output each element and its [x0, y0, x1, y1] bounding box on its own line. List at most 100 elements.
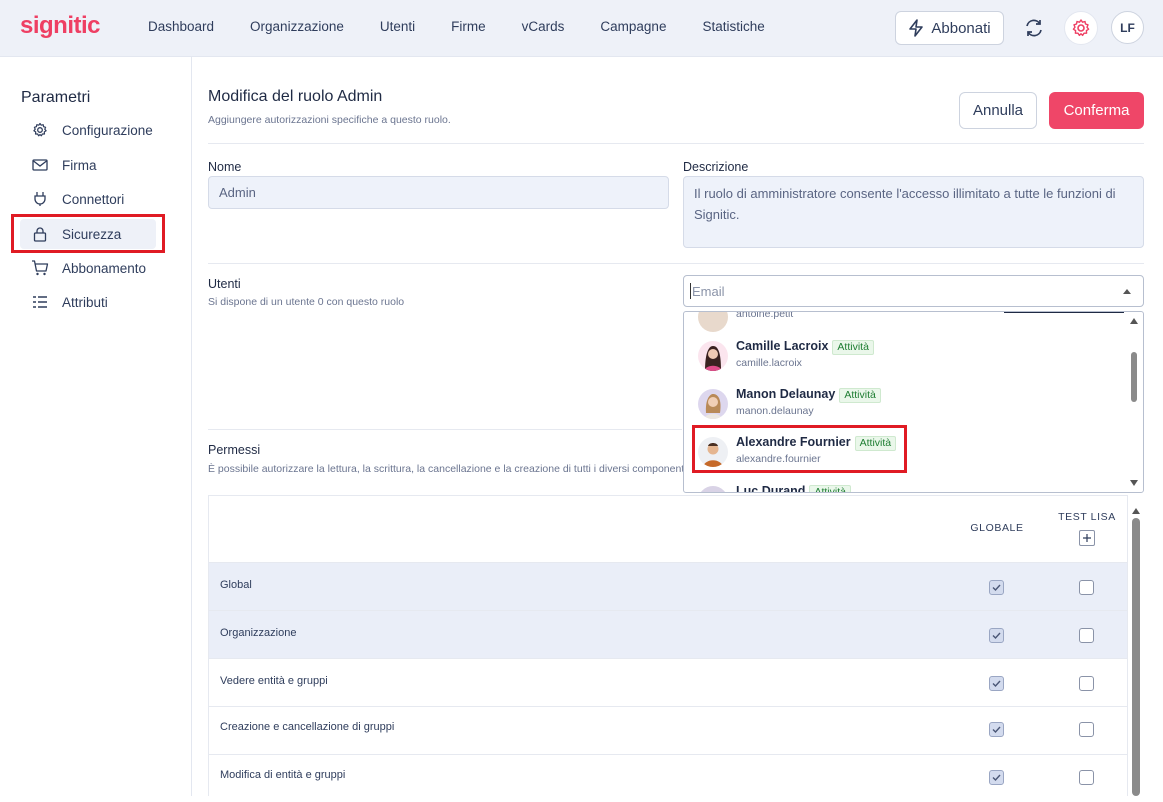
nav-vcards[interactable]: vCards — [522, 19, 565, 34]
checkbox-group[interactable] — [1079, 722, 1094, 737]
checkbox-global[interactable] — [989, 770, 1004, 785]
user-name: Manon Delaunay Attività — [736, 387, 881, 403]
checkbox-group[interactable] — [1079, 628, 1094, 643]
text-cursor — [690, 283, 691, 299]
avatar — [698, 389, 728, 419]
sidebar-item-label: Attributi — [62, 294, 108, 310]
row-label: Global — [220, 579, 252, 591]
envelope-icon — [31, 156, 49, 174]
nav-organizzazione[interactable]: Organizzazione — [250, 19, 344, 34]
list-icon — [31, 293, 49, 311]
sidebar-item-connettori[interactable]: Connettori — [20, 184, 156, 214]
list-item[interactable]: Luc Durand Attività — [698, 484, 1098, 493]
user-email: manon.delaunay — [736, 405, 814, 417]
nav-utenti[interactable]: Utenti — [380, 19, 415, 34]
cart-icon — [31, 259, 49, 277]
table-row: Vedere entità e gruppi — [209, 658, 1127, 706]
nav-campagne[interactable]: Campagne — [600, 19, 666, 34]
lightning-icon — [909, 19, 924, 37]
checkbox-global[interactable] — [989, 580, 1004, 595]
cancel-button[interactable]: Annulla — [959, 92, 1037, 129]
description-label: Descrizione — [683, 160, 749, 174]
check-icon — [992, 632, 1001, 640]
permissions-help-text: È possibile autorizzare la lettura, la s… — [208, 463, 683, 475]
caret-up-icon[interactable] — [1123, 289, 1131, 294]
main-nav: Dashboard Organizzazione Utenti Firme vC… — [148, 19, 801, 34]
checkbox-group[interactable] — [1079, 580, 1094, 595]
user-name-text: Camille Lacroix — [736, 339, 829, 353]
plus-icon — [1083, 534, 1091, 542]
nav-dashboard[interactable]: Dashboard — [148, 19, 214, 34]
checkbox-global[interactable] — [989, 628, 1004, 643]
avatar — [698, 341, 728, 371]
status-badge: Attività — [839, 388, 881, 403]
checkbox-global[interactable] — [989, 722, 1004, 737]
highlight-box-alexandre — [692, 425, 907, 473]
sidebar-item-configurazione[interactable]: Configurazione — [20, 115, 156, 145]
avatar — [698, 486, 728, 492]
sidebar-item-firma[interactable]: Firma — [20, 150, 156, 180]
top-bar: signitic Dashboard Organizzazione Utenti… — [0, 0, 1163, 57]
gear-icon — [31, 121, 49, 139]
users-help-text: Si dispone di un utente 0 con questo ruo… — [208, 296, 405, 308]
user-email: antoine.petit — [736, 311, 794, 320]
sidebar-item-abbonamento[interactable]: Abbonamento — [20, 253, 156, 283]
check-icon — [992, 774, 1001, 782]
page-subtitle: Aggiungere autorizzazioni specifiche a q… — [208, 114, 451, 126]
nav-firme[interactable]: Firme — [451, 19, 486, 34]
avatar — [698, 312, 728, 332]
nav-statistiche[interactable]: Statistiche — [702, 19, 764, 34]
user-name: Luc Durand Attività — [736, 484, 851, 493]
email-select[interactable]: Email — [683, 275, 1144, 307]
subscribe-label: Abbonati — [931, 19, 991, 37]
column-header-group: TEST LISA — [1058, 511, 1116, 523]
checkbox-group[interactable] — [1079, 770, 1094, 785]
list-item[interactable]: Camille Lacroix Attività camille.lacroix — [698, 339, 1098, 385]
checkbox-global[interactable] — [989, 676, 1004, 691]
user-avatar[interactable]: LF — [1111, 11, 1144, 44]
confirm-button[interactable]: Conferma — [1049, 92, 1144, 129]
permissions-table: GLOBALE TEST LISA Global Organizzazione … — [208, 495, 1128, 796]
check-icon — [992, 680, 1001, 688]
table-row: Modifica di entità e gruppi — [209, 754, 1127, 802]
table-row: Organizzazione — [209, 610, 1127, 658]
user-name: Camille Lacroix Attività — [736, 339, 874, 355]
user-name-text: Manon Delaunay — [736, 387, 836, 401]
table-row: Global — [209, 562, 1127, 610]
sidebar-item-label: Connettori — [62, 191, 125, 207]
page-title: Modifica del ruolo Admin — [208, 88, 383, 105]
add-column-button[interactable] — [1079, 530, 1095, 546]
row-label: Organizzazione — [220, 627, 297, 639]
divider — [208, 143, 1144, 144]
table-row: Creazione e cancellazione di gruppi — [209, 706, 1127, 754]
status-badge: Attività — [809, 485, 851, 492]
subscribe-button[interactable]: Abbonati — [895, 11, 1004, 45]
checkbox-group[interactable] — [1079, 676, 1094, 691]
row-label: Creazione e cancellazione di gruppi — [220, 721, 395, 733]
gear-icon — [1072, 19, 1090, 37]
check-icon — [992, 584, 1001, 592]
refresh-icon[interactable] — [1022, 16, 1046, 40]
row-label: Modifica di entità e gruppi — [220, 769, 346, 781]
divider — [208, 263, 1144, 264]
check-icon — [992, 726, 1001, 734]
email-placeholder: Email — [692, 283, 725, 299]
divider — [1004, 312, 1124, 313]
name-field[interactable]: Admin — [208, 176, 669, 209]
column-header-global: GLOBALE — [970, 522, 1024, 534]
dropdown-scrollbar[interactable] — [1127, 312, 1141, 492]
sidebar-item-label: Abbonamento — [62, 260, 147, 276]
logo[interactable]: signitic — [20, 12, 101, 40]
user-email: camille.lacroix — [736, 357, 802, 369]
row-label: Vedere entità e gruppi — [220, 675, 328, 687]
highlight-box-sicurezza — [11, 214, 165, 253]
description-field[interactable]: Il ruolo di amministratore consente l'ac… — [683, 176, 1144, 248]
divider — [208, 429, 682, 430]
permissions-label: Permessi — [208, 443, 261, 457]
settings-button[interactable] — [1064, 11, 1098, 45]
sidebar-item-attributi[interactable]: Attributi — [20, 287, 156, 317]
sidebar-item-label: Configurazione — [62, 122, 153, 138]
page-scrollbar[interactable] — [1128, 498, 1144, 796]
name-label: Nome — [208, 160, 242, 174]
user-name-text: Luc Durand — [736, 484, 806, 493]
